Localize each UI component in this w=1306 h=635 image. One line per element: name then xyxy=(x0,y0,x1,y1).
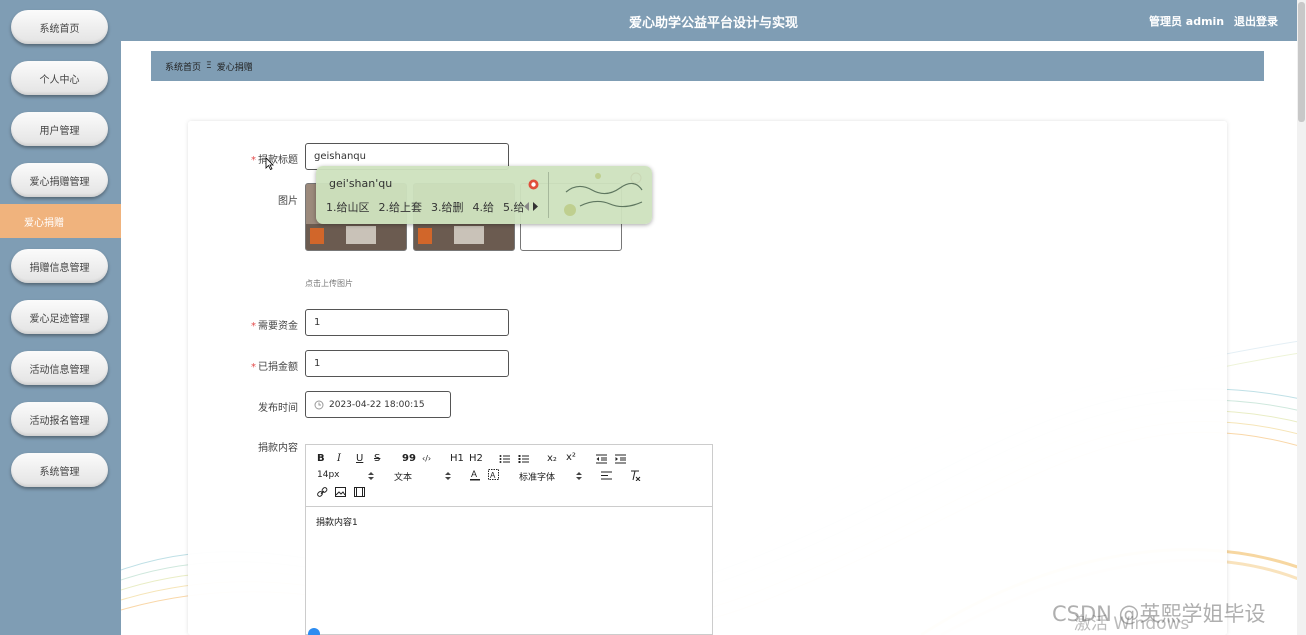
sidebar-item-home[interactable]: 系统首页 xyxy=(11,10,108,44)
bullet-list-icon[interactable] xyxy=(518,454,529,464)
image-insert-icon[interactable] xyxy=(335,487,346,497)
fund-label: * 需要资金 xyxy=(251,321,298,332)
breadcrumb-separator: Ξ xyxy=(206,61,212,71)
mouse-cursor-icon xyxy=(265,157,274,170)
heading1-button[interactable]: H1 xyxy=(450,453,464,464)
font-size-select[interactable]: 14px xyxy=(317,470,340,480)
fund-input[interactable]: 1 xyxy=(305,309,509,336)
sidebar-item-users[interactable]: 用户管理 xyxy=(11,112,108,146)
bold-button[interactable]: B xyxy=(317,453,325,464)
scrollbar-thumb[interactable] xyxy=(1298,2,1305,122)
ime-candidate[interactable]: 4.给 xyxy=(473,201,495,214)
ime-candidate-popup[interactable]: gei'shan'qu 1.给山区 2.给上套 3.给删 4.给 5.给 xyxy=(316,166,652,224)
breadcrumb-home[interactable]: 系统首页 xyxy=(165,60,201,73)
sidebar-item-activity-signup[interactable]: 活动报名管理 xyxy=(11,402,108,436)
sidebar-item-profile[interactable]: 个人中心 xyxy=(11,61,108,95)
clock-icon xyxy=(314,400,324,409)
publish-time-label: 发布时间 xyxy=(258,403,298,414)
donated-label: * 已捐金额 xyxy=(251,362,298,373)
sidebar: 系统首页 个人中心 用户管理 爱心捐赠管理 爱心捐赠 捐赠信息管理 爱心足迹管理… xyxy=(0,0,121,635)
superscript-button[interactable]: x² xyxy=(566,452,576,463)
dropdown-arrows-icon[interactable] xyxy=(368,471,374,481)
publish-time-value: 2023-04-22 18:00:15 xyxy=(329,399,425,410)
title-label: * 捐款标题 xyxy=(251,155,298,166)
font-color-icon[interactable]: A xyxy=(470,469,480,481)
ime-candidates: 1.给山区 2.给上套 3.给删 4.给 5.给 xyxy=(326,199,534,215)
ime-candidate[interactable]: 1.给山区 xyxy=(326,201,370,214)
svg-text:A: A xyxy=(490,471,496,480)
logout-link[interactable]: 退出登录 xyxy=(1234,15,1278,28)
indent-icon[interactable] xyxy=(615,454,626,464)
text-type-select[interactable]: 文本 xyxy=(394,470,412,483)
background-color-icon[interactable]: A xyxy=(488,469,499,481)
editor-toolbar: B I U S 99 ‹/› H1 H2 x₂ x² 14px 文本 A A 标… xyxy=(306,445,712,507)
align-icon[interactable] xyxy=(601,471,612,480)
user-area: 管理员 admin 退出登录 xyxy=(1143,13,1278,29)
ime-divider xyxy=(548,172,549,218)
ime-logo-icon xyxy=(528,179,539,190)
font-family-select[interactable]: 标准字体 xyxy=(519,470,555,483)
code-block-button[interactable]: ‹/› xyxy=(422,454,431,463)
image-label: 图片 xyxy=(278,196,298,207)
sidebar-item-donation-mgmt[interactable]: 爱心捐赠管理 xyxy=(11,163,108,197)
page-scrollbar[interactable] xyxy=(1297,0,1306,635)
blockquote-button[interactable]: 99 xyxy=(402,453,416,464)
current-user-label: 管理员 admin xyxy=(1148,15,1225,28)
sidebar-item-activity-info[interactable]: 活动信息管理 xyxy=(11,351,108,385)
publish-time-picker[interactable]: 2023-04-22 18:00:15 xyxy=(305,391,451,418)
editor-content[interactable]: 捐款内容1 xyxy=(306,507,712,536)
donated-input[interactable]: 1 xyxy=(305,350,509,377)
top-header: 爱心助学公益平台设计与实现 管理员 admin 退出登录 xyxy=(121,0,1306,41)
subscript-button[interactable]: x₂ xyxy=(547,453,557,464)
ime-pinyin: gei'shan'qu xyxy=(329,177,393,190)
video-insert-icon[interactable] xyxy=(354,487,365,497)
resize-handle[interactable] xyxy=(308,628,320,635)
sidebar-item-system[interactable]: 系统管理 xyxy=(11,453,108,487)
sidebar-item-footprint[interactable]: 爱心足迹管理 xyxy=(11,300,108,334)
strike-button[interactable]: S xyxy=(374,453,380,464)
svg-text:A: A xyxy=(471,469,477,479)
breadcrumb-current: 爱心捐赠 xyxy=(216,62,253,73)
link-icon[interactable] xyxy=(317,487,328,498)
ime-candidate[interactable]: 3.给删 xyxy=(431,201,464,214)
italic-button[interactable]: I xyxy=(337,453,341,464)
dropdown-arrows-icon[interactable] xyxy=(445,471,451,481)
breadcrumb: 系统首页 Ξ 爱心捐赠 xyxy=(151,51,1264,81)
underline-button[interactable]: U xyxy=(356,453,363,464)
ime-page-arrows-icon[interactable] xyxy=(524,202,538,211)
ordered-list-icon[interactable] xyxy=(499,454,510,464)
sidebar-item-donation-active[interactable]: 爱心捐赠 xyxy=(0,204,121,238)
heading2-button[interactable]: H2 xyxy=(469,453,483,464)
csdn-watermark: CSDN @英熙学姐毕设 xyxy=(1052,602,1266,626)
ime-candidate[interactable]: 2.给上套 xyxy=(379,201,423,214)
sidebar-item-donation-info[interactable]: 捐赠信息管理 xyxy=(11,249,108,283)
ime-candidate[interactable]: 5.给 xyxy=(503,201,525,214)
rich-text-editor: B I U S 99 ‹/› H1 H2 x₂ x² 14px 文本 A A 标… xyxy=(305,444,713,635)
ime-skin-decoration-icon xyxy=(564,172,643,216)
upload-hint: 点击上传图片 xyxy=(305,279,353,288)
app-title: 爱心助学公益平台设计与实现 xyxy=(628,16,798,31)
app-root: 爱心助学公益平台设计与实现 管理员 admin 退出登录 系统首页 个人中心 用… xyxy=(0,0,1306,635)
dropdown-arrows-icon[interactable] xyxy=(576,471,582,481)
content-label: 捐款内容 xyxy=(258,443,298,454)
outdent-icon[interactable] xyxy=(596,454,607,464)
clear-format-icon[interactable] xyxy=(630,470,641,481)
